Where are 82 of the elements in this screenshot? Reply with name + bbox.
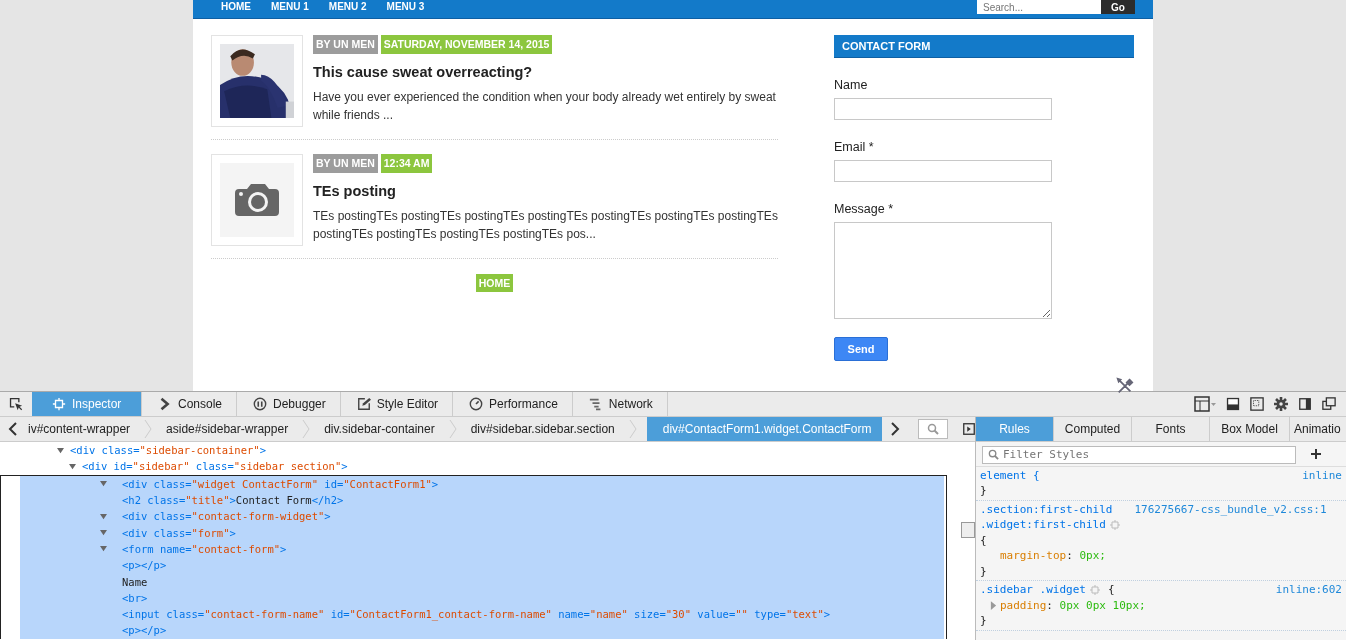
code-line: <div class="form"> — [122, 526, 236, 539]
dock-side-icon[interactable] — [1298, 397, 1312, 411]
nav-link[interactable]: MENU 1 — [271, 0, 329, 18]
field-label: Message * — [834, 202, 894, 216]
edit-icon — [356, 397, 371, 411]
tools-icon[interactable] — [1116, 377, 1134, 395]
search-icon — [926, 423, 939, 435]
post-excerpt: Have you ever experienced the condition when your body already wet entirely by sweat while friends ... — [313, 89, 777, 124]
field-label: Email * — [834, 140, 874, 154]
inspector-icon — [52, 397, 66, 411]
code-line: <p></p> — [122, 624, 167, 637]
search-icon — [988, 449, 999, 460]
code-line: <h2 class="title">Contact Form</h2> — [122, 494, 344, 507]
input-field[interactable] — [834, 98, 1052, 120]
gauge-icon — [469, 397, 484, 411]
css-brace: } — [980, 564, 987, 578]
expand-arrow-icon[interactable] — [100, 512, 107, 520]
chevron-icon — [158, 397, 172, 411]
source-link[interactable]: 176275667-css_bundle_v2.css:1 — [1134, 502, 1327, 516]
expand-arrow-icon[interactable] — [100, 480, 107, 488]
console-split-icon[interactable] — [1226, 397, 1240, 411]
css-brace: { — [1107, 583, 1115, 597]
source-link[interactable]: inline:602 — [1255, 583, 1342, 597]
code-line: <input class="contact-form-name" id="ContactForm1_contact-form-name" name="name" size="30" value="" type="text"> — [122, 608, 831, 621]
undock-icon[interactable] — [1322, 397, 1336, 411]
breadcrumb[interactable]: div#sidebar.sidebar.section — [466, 417, 619, 441]
message-field[interactable] — [834, 222, 1052, 319]
nav-link[interactable]: MENU 3 — [386, 0, 445, 18]
author-tag: BY UN MEN — [313, 154, 378, 173]
css-declaration: padding: 0px 0px 10px; — [1000, 598, 1146, 612]
breadcrumb[interactable]: iv#content-wrapper — [24, 417, 135, 441]
search-field[interactable]: Search... — [977, 0, 1101, 14]
css-brace: } — [980, 484, 987, 498]
code-line: <div id="sidebar" class="sidebar section"> — [82, 460, 348, 473]
code-line: Name — [122, 575, 148, 588]
post-title[interactable]: TEs posting — [313, 183, 778, 199]
code-line: <div class="widget ContactForm" id="ContactForm1"> — [122, 477, 439, 490]
author-tag: BY UN MEN — [313, 35, 378, 54]
expand-arrow-icon[interactable] — [69, 462, 76, 470]
add-icon[interactable] — [1310, 447, 1322, 460]
sidebar-toggle-icon[interactable] — [961, 422, 976, 436]
filter-field[interactable]: Filter Styles — [982, 445, 1296, 464]
code-line: <div class="sidebar-container"> — [70, 444, 266, 457]
frame-icon[interactable] — [1250, 397, 1264, 411]
source-link[interactable]: inline — [1282, 468, 1342, 482]
css-declaration: margin-top: 0px; — [1000, 549, 1106, 563]
css-brace: } — [980, 614, 987, 628]
expand-arrow-icon[interactable] — [100, 545, 107, 553]
code-line: <p></p> — [122, 559, 167, 572]
input-field[interactable] — [834, 160, 1052, 182]
expand-arrow-icon[interactable] — [57, 446, 64, 454]
breadcrumb[interactable]: div.sidebar-container — [320, 417, 439, 441]
settings-icon[interactable] — [1274, 397, 1288, 411]
pause-icon — [253, 397, 268, 411]
css-selector: element { — [980, 468, 1040, 482]
date-tag: SATURDAY, NOVEMBER 14, 2015 — [380, 35, 553, 54]
widget-title: CONTACT FORM — [834, 35, 1134, 58]
waterfall-icon — [588, 397, 603, 411]
search-field[interactable] — [917, 419, 948, 439]
nav-link[interactable]: HOME — [221, 0, 271, 18]
css-selector: .widget:first-child — [980, 518, 1106, 532]
layout-icon[interactable] — [1194, 396, 1216, 412]
code-line: <form name="contact-form"> — [122, 542, 287, 555]
expand-arrow-icon[interactable] — [100, 529, 107, 537]
code-line: <div class="contact-form-widget"> — [122, 510, 331, 523]
element-picker-icon[interactable] — [9, 397, 23, 411]
field-label: Name — [834, 78, 868, 92]
css-selector: .section:first-child — [980, 502, 1113, 516]
scroll-right-icon[interactable] — [889, 422, 900, 436]
code-line: <br> — [122, 591, 148, 604]
send-button[interactable]: Send — [834, 337, 888, 361]
camera-icon — [235, 183, 279, 217]
post-excerpt: TEs postingTEs postingTEs postingTEs postingTEs postingTEs postingTEs postingTEs postingTEs postingTEs postingTEs postingTEs pos... — [313, 208, 778, 243]
date-tag: 12:34 AM — [380, 154, 433, 173]
post-title[interactable]: This cause sweat overreacting? — [313, 64, 778, 80]
css-selector: .sidebar .widget — [980, 583, 1086, 597]
scroll-left-icon[interactable] — [8, 422, 18, 436]
expand-arrow-icon[interactable] — [990, 600, 997, 610]
css-brace: { — [980, 533, 987, 547]
breadcrumb[interactable]: aside#sidebar-wrapper — [162, 417, 293, 441]
go-button[interactable]: Go — [1101, 0, 1135, 14]
nav-link[interactable]: MENU 2 — [328, 0, 387, 18]
